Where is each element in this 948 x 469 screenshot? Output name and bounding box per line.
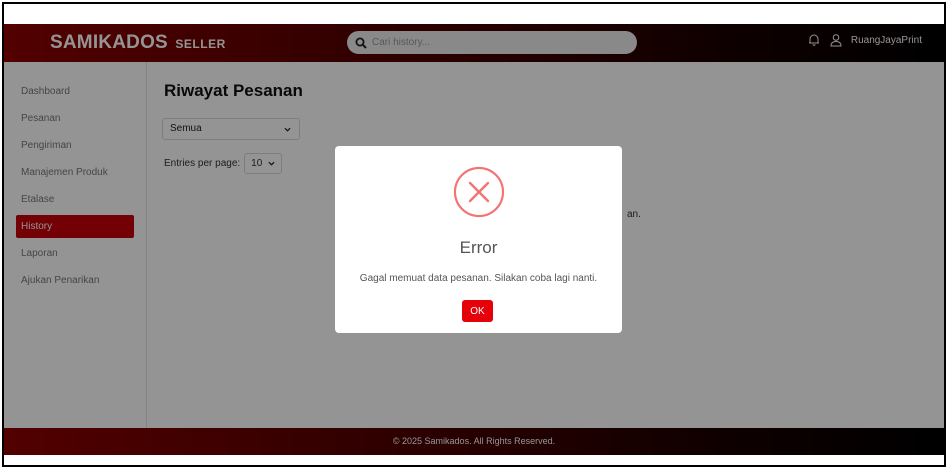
screen-frame: SAMIKADOS SELLER Cari history... RuangJa… — [2, 2, 946, 467]
dialog-title: Error — [459, 238, 498, 257]
error-icon — [453, 166, 505, 218]
top-band — [4, 4, 944, 24]
dialog-message: Gagal memuat data pesanan. Silakan coba … — [359, 273, 598, 284]
modal-backdrop[interactable]: Error Gagal memuat data pesanan. Silakan… — [4, 4, 944, 455]
ok-button[interactable]: OK — [462, 300, 493, 322]
error-dialog: Error Gagal memuat data pesanan. Silakan… — [335, 146, 622, 333]
